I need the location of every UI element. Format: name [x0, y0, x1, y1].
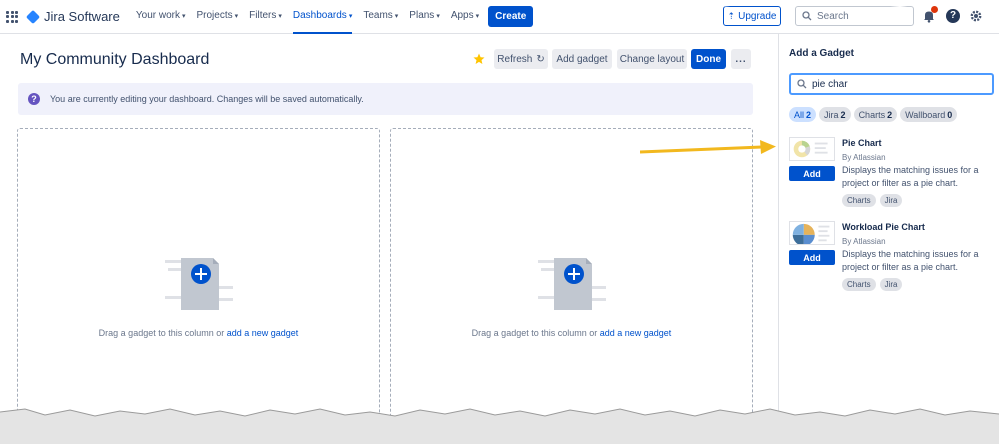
workload-pie-chart-thumbnail-icon	[789, 221, 835, 245]
chevron-down-icon: ▾	[278, 12, 282, 20]
chevron-down-icon: ▾	[394, 12, 399, 20]
dashboard-column-1[interactable]: Drag a gadget to this column or add a ne…	[17, 128, 380, 444]
tag-jira[interactable]: Jira	[879, 278, 903, 291]
chevron-down-icon: ▾	[234, 12, 239, 20]
chevron-down-icon: ▾	[475, 12, 480, 20]
add-gadget-button[interactable]: Add gadget	[552, 49, 612, 69]
gadget-name: Pie Chart	[842, 138, 882, 148]
gadget-description: Displays the matching issues for a proje…	[842, 249, 979, 272]
filter-jira[interactable]: Jira 2	[819, 107, 851, 122]
jira-logo[interactable]: Jira Software	[25, 9, 120, 24]
filter-all[interactable]: All 2	[789, 107, 817, 122]
drop-hint-text: Drag a gadget to this column or	[471, 328, 600, 338]
nav-label: Plans	[409, 10, 435, 21]
nav-label: Apps	[450, 10, 474, 21]
jira-logo-icon	[25, 9, 41, 24]
question-icon: ?	[28, 93, 40, 105]
tag-jira[interactable]: Jira	[879, 194, 903, 207]
nav-dashboards[interactable]: Dashboards ▾	[292, 0, 353, 34]
notification-badge	[931, 6, 938, 13]
upgrade-button[interactable]: ⇡ Upgrade	[723, 6, 781, 26]
filter-count: 2	[840, 109, 846, 120]
drop-hint-text: Drag a gadget to this column or	[98, 328, 227, 338]
gadget-author: By Atlassian	[842, 237, 886, 246]
search-icon	[802, 11, 812, 21]
add-new-gadget-link[interactable]: add a new gadget	[227, 328, 299, 338]
pie-chart-thumbnail-icon	[789, 137, 835, 161]
filter-label: All	[794, 109, 805, 120]
category-filters: All 2 Jira 2 Charts 2 Wallboard 0	[789, 107, 958, 122]
change-layout-button[interactable]: Change layout	[617, 49, 687, 69]
search-value: pie char	[812, 78, 848, 90]
refresh-label: Refresh	[497, 53, 533, 65]
filter-charts[interactable]: Charts 2	[853, 107, 898, 122]
more-actions-button[interactable]: ...	[731, 49, 751, 69]
filter-label: Jira	[824, 109, 839, 120]
search-placeholder: Search	[817, 10, 849, 22]
logo-text: Jira Software	[44, 9, 120, 24]
filter-count: 2	[806, 109, 812, 120]
filter-count: 0	[947, 109, 953, 120]
nav-apps[interactable]: Apps ▾	[451, 0, 479, 34]
column-drop-hint: Drag a gadget to this column or add a ne…	[18, 328, 379, 338]
primary-nav: Your work ▾ Projects ▾ Filters ▾ Dashboards…	[136, 0, 534, 34]
nav-your-work[interactable]: Your work ▾	[136, 0, 186, 34]
add-new-gadget-link[interactable]: add a new gadget	[600, 328, 672, 338]
nav-label: Filters	[249, 10, 277, 21]
add-workload-pie-chart-button[interactable]: Add	[789, 250, 835, 265]
gadget-search-input[interactable]: pie char	[789, 73, 994, 95]
add-gadget-illustration-icon	[165, 258, 233, 310]
top-navigation: Jira Software Your work ▾ Projects ▾ Filte…	[0, 0, 999, 34]
nav-label: Teams	[363, 10, 393, 21]
nav-label: Dashboards	[292, 10, 347, 21]
search-icon	[797, 79, 807, 89]
upgrade-icon: ⇡	[727, 10, 736, 21]
nav-filters[interactable]: Filters ▾	[249, 0, 282, 34]
app-switcher-icon[interactable]	[6, 10, 18, 23]
gadget-description: Displays the matching issues for a proje…	[842, 165, 979, 188]
add-gadget-panel: Add a Gadget pie char All 2 Jira 2 Charts 2…	[778, 34, 999, 444]
tag-charts[interactable]: Charts	[842, 194, 876, 207]
nav-projects[interactable]: Projects ▾	[197, 0, 239, 34]
create-button[interactable]: Create	[488, 6, 534, 27]
filter-label: Wallboard	[905, 109, 946, 120]
done-button[interactable]: Done	[691, 49, 726, 69]
upgrade-label: Upgrade	[738, 10, 777, 22]
global-search-input[interactable]: Search	[795, 6, 914, 26]
gadget-name: Workload Pie Chart	[842, 222, 925, 232]
star-icon[interactable]	[473, 53, 485, 65]
dashboard-main: My Community Dashboard Refresh ↻ Add gad…	[0, 34, 778, 444]
nav-label: Your work	[135, 10, 180, 21]
refresh-icon: ↻	[536, 53, 545, 65]
filter-count: 2	[887, 109, 893, 120]
chevron-down-icon: ▾	[436, 12, 440, 20]
gadget-tags: Charts Jira	[842, 278, 903, 291]
refresh-button[interactable]: Refresh ↻	[494, 49, 548, 69]
help-icon[interactable]: ?	[946, 9, 960, 23]
filter-label: Charts	[858, 109, 886, 120]
info-message: You are currently editing your dashboard…	[50, 94, 364, 104]
notifications-bell-icon[interactable]	[922, 6, 938, 23]
filter-wallboard[interactable]: Wallboard 0	[900, 107, 958, 122]
gadget-tags: Charts Jira	[842, 194, 903, 207]
nav-label: Projects	[196, 10, 233, 21]
column-drop-hint: Drag a gadget to this column or add a ne…	[391, 328, 752, 338]
add-gadget-illustration-icon	[538, 258, 606, 310]
nav-plans[interactable]: Plans ▾	[409, 0, 440, 34]
nav-teams[interactable]: Teams ▾	[363, 0, 398, 34]
chevron-down-icon: ▾	[181, 12, 186, 20]
gadget-author: By Atlassian	[842, 153, 886, 162]
add-pie-chart-button[interactable]: Add	[789, 166, 835, 181]
chevron-down-icon: ▾	[348, 12, 353, 20]
tag-charts[interactable]: Charts	[842, 278, 876, 291]
info-banner: ? You are currently editing your dashboa…	[18, 83, 753, 115]
annotation-arrow-icon	[640, 140, 776, 154]
dashboard-column-2[interactable]: Drag a gadget to this column or add a ne…	[390, 128, 753, 444]
gear-icon[interactable]	[969, 9, 983, 23]
panel-title: Add a Gadget	[789, 48, 855, 59]
page-title: My Community Dashboard	[20, 51, 210, 68]
